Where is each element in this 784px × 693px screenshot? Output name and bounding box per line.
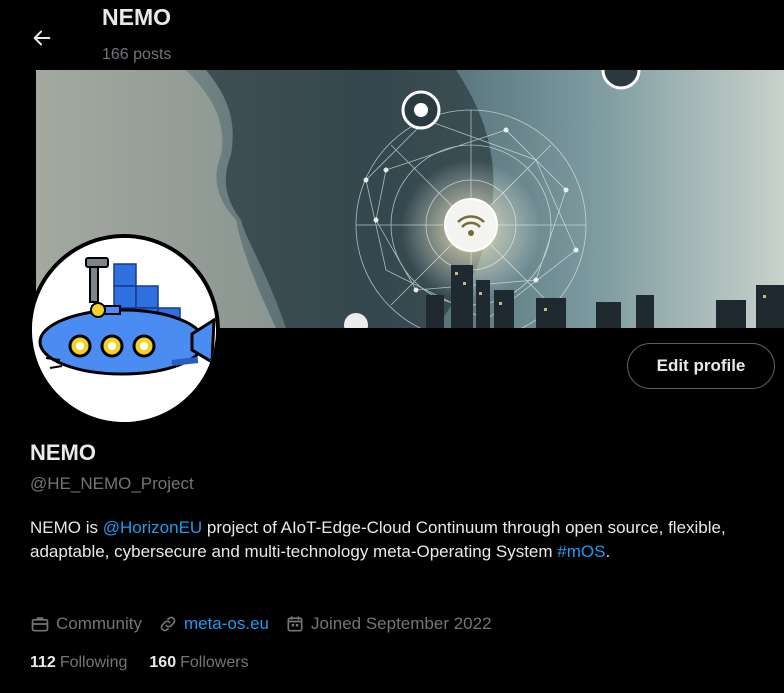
profile-handle: @HE_NEMO_Project (30, 474, 194, 493)
followers-count: 160 (149, 654, 177, 671)
hashtag-link[interactable]: #mOS (557, 542, 605, 561)
submarine-logo (32, 238, 216, 422)
briefcase-icon (31, 617, 49, 632)
website-item: meta-os.eu (158, 614, 269, 634)
link-icon (160, 616, 176, 632)
follow-stats: 112 Following 160 Followers (30, 654, 271, 672)
calendar-icon (287, 616, 303, 632)
mention-link[interactable]: @HorizonEU (103, 518, 202, 537)
bio-text: NEMO is (30, 518, 103, 537)
post-count: 166 posts (102, 46, 172, 63)
arrow-left-icon (33, 30, 51, 46)
edit-profile-button[interactable]: Edit profile (627, 343, 775, 389)
profile-meta: Community meta-os.eu Joined September 20… (30, 612, 508, 636)
following-label: Following (59, 654, 128, 671)
bio-text: . (605, 542, 611, 561)
following-count: 112 (30, 654, 56, 671)
profile-avatar[interactable] (28, 234, 220, 426)
header-title: NEMO (102, 4, 171, 30)
joined-date: Joined September 2022 (311, 614, 492, 633)
website-link[interactable]: meta-os.eu (184, 614, 269, 634)
profile-name: NEMO (30, 440, 96, 465)
following-link[interactable]: 112 Following (30, 654, 127, 672)
followers-link[interactable]: 160 Followers (149, 654, 248, 672)
joined-item: Joined September 2022 (285, 614, 492, 634)
category-item: Community (30, 614, 142, 634)
category-label: Community (56, 614, 142, 633)
followers-label: Followers (180, 654, 249, 671)
top-bar: NEMO 166 posts (0, 0, 784, 70)
back-button[interactable] (26, 22, 58, 54)
profile-bio: NEMO is @HorizonEU project of AIoT-Edge-… (30, 516, 760, 564)
